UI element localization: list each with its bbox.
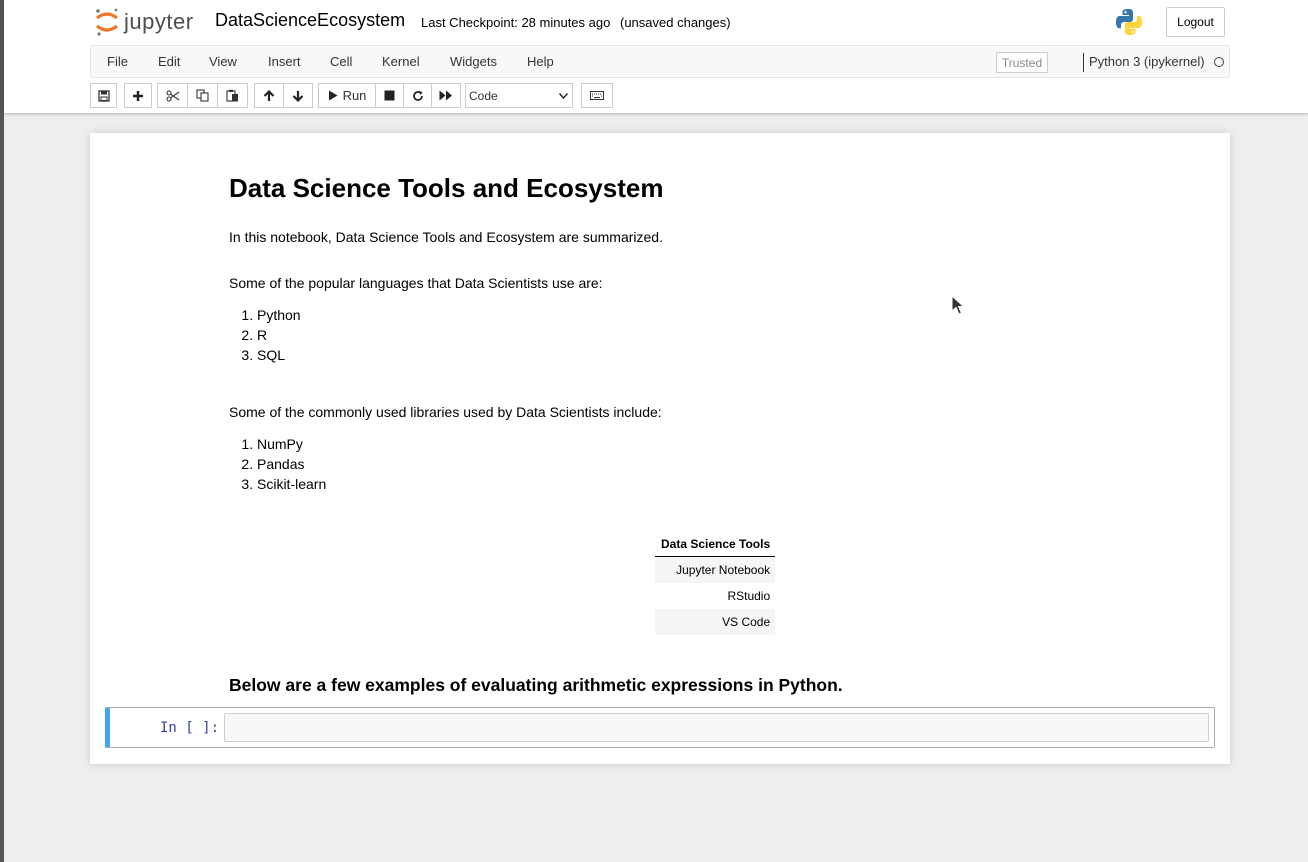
- insert-cell-button[interactable]: [124, 83, 152, 108]
- save-icon: [97, 89, 110, 102]
- markdown-cell-libraries[interactable]: Some of the commonly used libraries used…: [229, 404, 662, 494]
- trusted-badge[interactable]: Trusted: [996, 52, 1048, 73]
- notebook-title: Data Science Tools and Ecosystem: [229, 173, 664, 203]
- keyboard-icon: [590, 91, 604, 100]
- play-icon: [328, 90, 338, 101]
- jupyter-logo-icon: [96, 8, 118, 36]
- intro-text: In this notebook, Data Science Tools and…: [229, 229, 663, 245]
- notebook-container: Data Science Tools and Ecosystem In this…: [90, 133, 1230, 764]
- table-cell: VS Code: [655, 608, 776, 635]
- menu-kernel[interactable]: Kernel: [382, 54, 420, 69]
- autosave-status: (unsaved changes): [620, 15, 731, 30]
- menu-view[interactable]: View: [209, 54, 237, 69]
- checkpoint-status: Last Checkpoint: 28 minutes ago: [421, 15, 611, 30]
- kernel-separator: [1083, 53, 1084, 72]
- interrupt-button[interactable]: [375, 83, 404, 108]
- restart-run-all-button[interactable]: [431, 83, 461, 108]
- libraries-heading: Some of the commonly used libraries used…: [229, 404, 662, 420]
- menu-cell[interactable]: Cell: [330, 54, 352, 69]
- logo-text: jupyter: [124, 9, 194, 34]
- list-item: R: [257, 325, 603, 345]
- kernel-idle-indicator-icon: [1214, 57, 1224, 67]
- menu-widgets[interactable]: Widgets: [450, 54, 497, 69]
- menu-edit[interactable]: Edit: [158, 54, 180, 69]
- move-up-button[interactable]: [254, 83, 284, 108]
- list-item: SQL: [257, 345, 603, 365]
- chevron-down-icon: [559, 92, 568, 99]
- list-item: Pandas: [257, 454, 662, 474]
- command-palette-button[interactable]: [581, 83, 613, 108]
- cut-button[interactable]: [157, 83, 188, 108]
- copy-icon: [196, 89, 209, 102]
- markdown-cell-languages[interactable]: Some of the popular languages that Data …: [229, 275, 603, 365]
- notebook-header: jupyter DataScienceEcosystem Last Checkp…: [4, 0, 1308, 113]
- restart-button[interactable]: [403, 83, 432, 108]
- logout-button[interactable]: Logout: [1166, 7, 1225, 37]
- languages-list: Python R SQL: [229, 305, 603, 365]
- fast-forward-icon: [439, 90, 452, 101]
- copy-button[interactable]: [187, 83, 218, 108]
- table-row: VS Code: [655, 608, 776, 635]
- toolbar: Run Code: [90, 83, 1230, 108]
- menu-insert[interactable]: Insert: [268, 54, 301, 69]
- languages-heading: Some of the popular languages that Data …: [229, 275, 603, 291]
- arrow-up-icon: [263, 89, 275, 101]
- jupyter-logo[interactable]: jupyter: [94, 6, 194, 38]
- python-logo-icon: [1114, 7, 1144, 40]
- table-cell: Jupyter Notebook: [655, 556, 776, 583]
- scissors-icon: [165, 89, 179, 102]
- list-item: NumPy: [257, 434, 662, 454]
- mouse-cursor-icon: [951, 294, 965, 318]
- table-row: RStudio: [655, 583, 775, 609]
- tools-table: Data Science Tools Jupyter Notebook RStu…: [655, 533, 776, 635]
- refresh-icon: [412, 90, 423, 101]
- run-button[interactable]: Run: [318, 83, 376, 108]
- menu-help[interactable]: Help: [527, 54, 554, 69]
- code-input[interactable]: [224, 713, 1209, 742]
- menubar: File Edit View Insert Cell Kernel Widget…: [90, 45, 1230, 78]
- menu-file[interactable]: File: [107, 54, 128, 69]
- table-cell: RStudio: [727, 588, 771, 603]
- arrow-down-icon: [292, 90, 304, 102]
- code-cell[interactable]: In [ ]:: [105, 707, 1215, 748]
- markdown-cell-intro[interactable]: In this notebook, Data Science Tools and…: [229, 229, 663, 245]
- table-row: Jupyter Notebook: [655, 556, 776, 583]
- examples-heading: Below are a few examples of evaluating a…: [229, 675, 843, 695]
- list-item: Scikit-learn: [257, 474, 662, 494]
- cell-type-value: Code: [469, 88, 498, 103]
- table-header: Data Science Tools: [655, 533, 776, 557]
- cell-prompt: In [ ]:: [160, 720, 220, 736]
- window-edge: [0, 0, 4, 862]
- move-down-button[interactable]: [283, 83, 313, 108]
- list-item: Python: [257, 305, 603, 325]
- paste-icon: [226, 89, 238, 102]
- markdown-cell-title[interactable]: Data Science Tools and Ecosystem: [229, 173, 663, 204]
- run-label: Run: [342, 88, 367, 103]
- stop-icon: [384, 90, 395, 101]
- cell-type-select[interactable]: Code: [465, 83, 573, 108]
- plus-icon: [133, 90, 143, 101]
- paste-button[interactable]: [217, 83, 248, 108]
- kernel-name[interactable]: Python 3 (ipykernel): [1089, 54, 1205, 69]
- save-button[interactable]: [90, 83, 117, 108]
- markdown-cell-examples[interactable]: Below are a few examples of evaluating a…: [229, 675, 843, 696]
- notebook-name[interactable]: DataScienceEcosystem: [215, 10, 405, 31]
- libraries-list: NumPy Pandas Scikit-learn: [229, 434, 662, 494]
